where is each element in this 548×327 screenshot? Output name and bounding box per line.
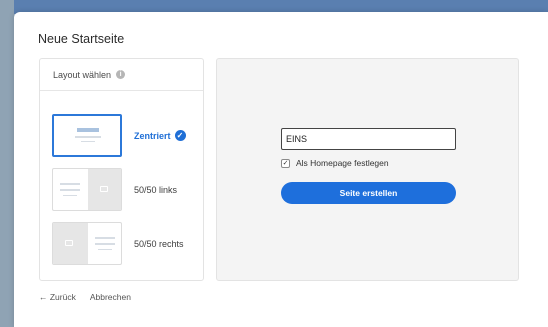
homepage-checkbox[interactable]: ✓ (281, 158, 290, 168)
background-window-edge (0, 0, 14, 327)
info-icon[interactable]: i (116, 70, 126, 79)
back-button[interactable]: ← Zurück (39, 292, 76, 302)
preview-panel: ✓ Als Homepage festlegen Seite erstellen (216, 58, 519, 281)
layout-header: Layout wählen i (40, 59, 203, 91)
layout-thumb-centered[interactable] (52, 114, 122, 157)
page-name-input[interactable] (281, 128, 456, 150)
cancel-button[interactable]: Abbrechen (90, 292, 131, 302)
new-homepage-dialog: Neue Startseite Layout wählen i Zentrier… (14, 12, 548, 327)
layout-thumb-50-50-left[interactable] (52, 168, 122, 211)
layout-option-label: 50/50 links (134, 184, 178, 195)
layout-option-centered[interactable]: Zentriert ✓ (52, 114, 186, 157)
layout-thumb-50-50-right[interactable] (52, 222, 122, 265)
layout-option-label: 50/50 rechts (134, 238, 184, 249)
image-icon (100, 186, 108, 192)
dialog-footer: ← Zurück Abbrechen (39, 292, 131, 302)
layout-option-50-50-left[interactable]: 50/50 links (52, 168, 177, 211)
dialog-title: Neue Startseite (38, 32, 125, 46)
layout-panel: Layout wählen i Zentriert ✓ 50/50 links … (39, 58, 204, 281)
check-circle-icon: ✓ (174, 130, 186, 141)
create-page-button[interactable]: Seite erstellen (281, 182, 456, 204)
homepage-checkbox-label: Als Homepage festlegen (296, 158, 389, 168)
layout-option-label: Zentriert ✓ (134, 130, 186, 141)
layout-header-label: Layout wählen (53, 69, 112, 80)
homepage-checkbox-row[interactable]: ✓ Als Homepage festlegen (281, 158, 389, 168)
image-icon (65, 240, 73, 246)
layout-option-50-50-right[interactable]: 50/50 rechts (52, 222, 184, 265)
